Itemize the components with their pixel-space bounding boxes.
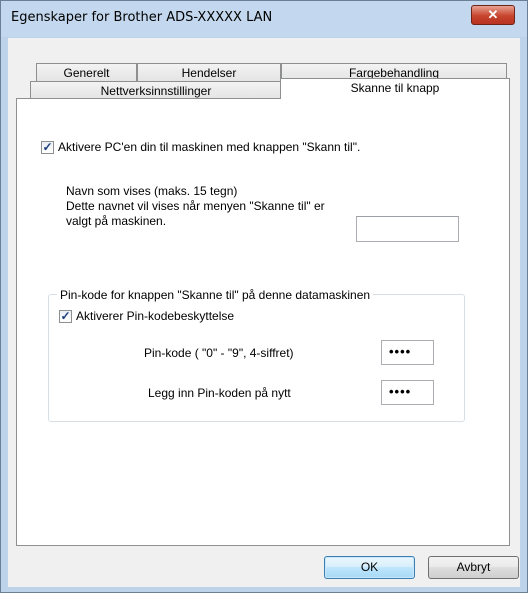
window-title: Egenskaper for Brother ADS-XXXXX LAN xyxy=(11,10,273,25)
pin-confirm-label: Legg inn Pin-koden på nytt xyxy=(148,386,291,400)
close-button[interactable]: ✕ xyxy=(471,5,515,25)
pin-confirm-input[interactable]: •••• xyxy=(381,380,434,405)
checkmark-icon: ✓ xyxy=(42,140,53,154)
cancel-button[interactable]: Avbryt xyxy=(428,556,519,579)
active-tab-seam xyxy=(281,97,509,100)
pin-protect-label: Aktiverer Pin-kodebeskyttelse xyxy=(76,309,235,323)
title-bar[interactable]: Egenskaper for Brother ADS-XXXXX LAN ✕ xyxy=(1,1,527,37)
pin-group-label: Pin-kode for knappen "Skanne til" på den… xyxy=(57,288,374,302)
pin-code-input[interactable]: •••• xyxy=(381,340,434,365)
close-icon: ✕ xyxy=(487,7,499,22)
pin-protect-checkbox[interactable]: ✓ xyxy=(59,309,72,323)
pin-code-label: Pin-kode ( "0" - "9", 4-siffret) xyxy=(144,346,294,360)
checkmark-icon: ✓ xyxy=(60,309,71,323)
tab-hendelser[interactable]: Hendelser xyxy=(137,63,281,82)
display-name-description: Dette navnet vil vises når menyen "Skann… xyxy=(66,199,325,228)
properties-dialog: Egenskaper for Brother ADS-XXXXX LAN ✕ G… xyxy=(0,0,528,593)
display-name-input[interactable] xyxy=(356,216,459,242)
ok-button[interactable]: OK xyxy=(324,556,415,579)
enable-pc-checkbox[interactable]: ✓ xyxy=(41,140,54,154)
tab-generelt[interactable]: Generelt xyxy=(36,63,137,82)
enable-pc-label: Aktivere PC'en din til maskinen med knap… xyxy=(58,140,361,154)
display-name-label: Navn som vises (maks. 15 tegn) xyxy=(66,184,238,198)
